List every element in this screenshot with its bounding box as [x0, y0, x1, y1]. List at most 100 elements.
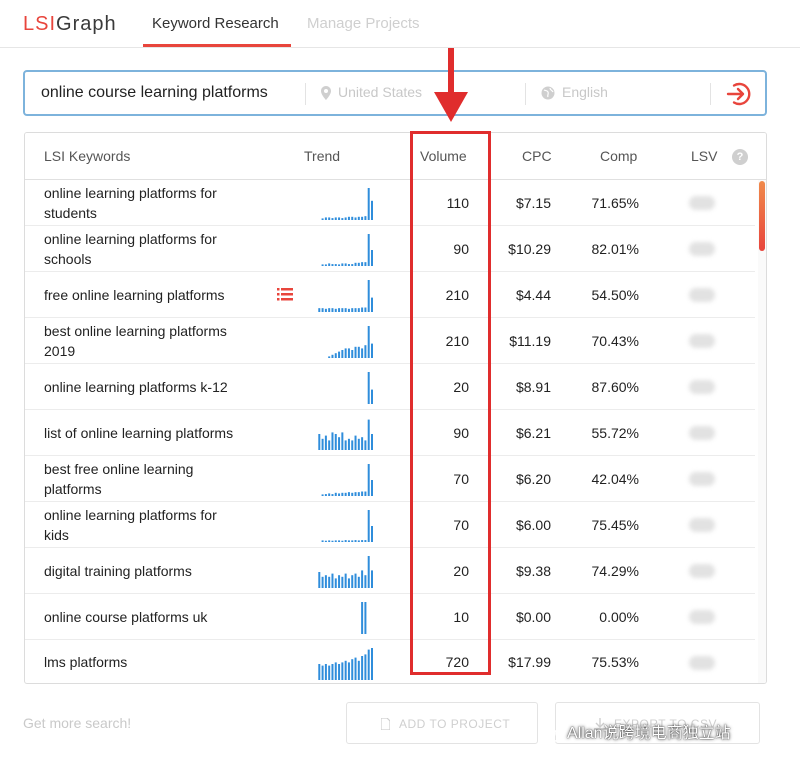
login-arrow-icon[interactable] — [725, 80, 753, 108]
comp-value: 70.43% — [591, 332, 639, 349]
keyword-text[interactable]: lms platforms — [44, 652, 244, 672]
keyword-text[interactable]: online learning platforms for kids — [44, 505, 244, 545]
table-row[interactable]: best free online learning platforms 70 $6.… — [25, 456, 755, 502]
tab-keyword-research[interactable]: Keyword Research — [152, 15, 279, 32]
trend-bar — [367, 556, 370, 588]
column-header-comp[interactable]: Comp — [600, 148, 637, 164]
keyword-text[interactable]: free online learning platforms — [44, 285, 244, 305]
trend-bar — [344, 348, 347, 358]
table-row[interactable]: online learning platforms for kids 70 $6.0… — [25, 502, 755, 548]
language-select[interactable]: English — [541, 84, 608, 100]
column-header-cpc[interactable]: CPC — [522, 148, 552, 164]
trend-bar — [371, 570, 373, 588]
lsv-blurred-value — [689, 472, 715, 486]
chat-bubble-icon — [540, 725, 562, 742]
trend-bar — [364, 602, 367, 634]
trend-bar — [334, 492, 337, 496]
trend-bar — [351, 440, 354, 450]
trend-bar — [347, 540, 350, 542]
trend-bar — [347, 438, 350, 450]
trend-bar — [354, 573, 357, 588]
keyword-text[interactable]: digital training platforms — [44, 561, 244, 581]
trend-bar — [371, 200, 373, 220]
trend-bar — [351, 575, 354, 588]
trend-bar — [364, 440, 367, 450]
keyword-text[interactable]: online learning platforms for schools — [44, 229, 244, 269]
trend-bar — [328, 217, 331, 220]
table-row[interactable]: digital training platforms 20 $9.38 74.29% — [25, 548, 755, 594]
trend-sparkline — [361, 602, 367, 634]
trend-bar — [324, 308, 327, 312]
get-more-search-link[interactable]: Get more search! — [23, 715, 131, 731]
trend-bar — [338, 540, 341, 542]
trend-bar — [338, 575, 341, 588]
trend-bar — [371, 434, 373, 450]
table-header: LSI Keywords Trend Volume CPC Comp LSV ? — [25, 133, 766, 180]
trend-sparkline — [367, 372, 373, 404]
keyword-text[interactable]: online learning platforms for students — [44, 183, 244, 223]
table-row[interactable]: best online learning platforms 2019 210 $1… — [25, 318, 755, 364]
location-pin-icon — [321, 86, 331, 101]
trend-bar — [344, 492, 347, 496]
trend-bar — [354, 492, 357, 496]
country-select[interactable]: United States — [321, 84, 422, 101]
trend-bar — [331, 218, 334, 220]
trend-bar — [371, 297, 373, 312]
cpc-value: $6.20 — [515, 470, 551, 487]
trend-bar — [338, 664, 341, 680]
trend-bar — [347, 662, 350, 680]
column-header-trend[interactable]: Trend — [304, 148, 340, 164]
trend-bar — [361, 307, 364, 312]
scrollbar-thumb[interactable] — [759, 181, 765, 251]
trend-bar — [357, 262, 360, 266]
trend-bar — [324, 664, 327, 680]
lsv-blurred-value — [689, 288, 715, 302]
trend-bar — [367, 188, 370, 220]
trend-sparkline — [321, 234, 373, 266]
trend-bar — [321, 576, 324, 588]
keyword-text[interactable]: online learning platforms k-12 — [44, 377, 244, 397]
table-row[interactable]: online learning platforms k-12 20 $8.91 87.… — [25, 364, 755, 410]
table-row[interactable]: list of online learning platforms 90 $6.21… — [25, 410, 755, 456]
add-to-project-button[interactable]: ADD TO PROJECT — [346, 702, 538, 744]
trend-bar — [334, 434, 337, 450]
scrollbar-track[interactable] — [758, 180, 766, 683]
keyword-text[interactable]: best online learning platforms 2019 — [44, 321, 244, 361]
trend-bar — [344, 540, 347, 542]
trend-bar — [328, 576, 331, 588]
keyword-text[interactable]: online course platforms uk — [44, 607, 244, 627]
column-header-keywords[interactable]: LSI Keywords — [44, 148, 130, 164]
cpc-value: $17.99 — [508, 654, 551, 670]
list-icon[interactable] — [277, 288, 293, 301]
trend-bar — [364, 575, 367, 588]
trend-bar — [347, 492, 350, 496]
help-icon[interactable]: ? — [732, 149, 748, 165]
table-row[interactable]: lms platforms 720 $17.99 75.53% — [25, 640, 755, 683]
trend-bar — [347, 308, 350, 312]
active-tab-indicator — [143, 44, 291, 47]
search-input[interactable]: online course learning platforms — [41, 84, 268, 102]
table-row[interactable]: online learning platforms for schools 90 $… — [25, 226, 755, 272]
trend-bar — [321, 494, 324, 496]
table-row[interactable]: online course platforms uk 10 $0.00 0.00% — [25, 594, 755, 640]
cpc-value: $6.21 — [515, 424, 551, 441]
keyword-text[interactable]: best free online learning platforms — [44, 459, 244, 499]
table-row[interactable]: free online learning platforms 210 $4.44 54… — [25, 272, 755, 318]
trend-bar — [328, 356, 331, 358]
column-header-lsv[interactable]: LSV — [691, 148, 717, 164]
tab-manage-projects[interactable]: Manage Projects — [307, 15, 420, 32]
trend-bar — [334, 264, 337, 266]
cpc-value: $10.29 — [508, 240, 551, 257]
comp-value: 0.00% — [599, 608, 639, 625]
trend-bar — [338, 493, 341, 496]
cpc-value: $7.15 — [515, 194, 551, 211]
app-logo[interactable]: LSIGraph — [23, 13, 117, 36]
table-row[interactable]: online learning platforms for students 11… — [25, 180, 755, 226]
trend-sparkline — [321, 464, 373, 496]
keyword-text[interactable]: list of online learning platforms — [44, 423, 244, 443]
trend-bar — [351, 308, 354, 312]
trend-bar — [331, 540, 334, 542]
trend-bar — [338, 437, 341, 450]
lsv-blurred-value — [689, 334, 715, 348]
trend-bar — [334, 662, 337, 680]
